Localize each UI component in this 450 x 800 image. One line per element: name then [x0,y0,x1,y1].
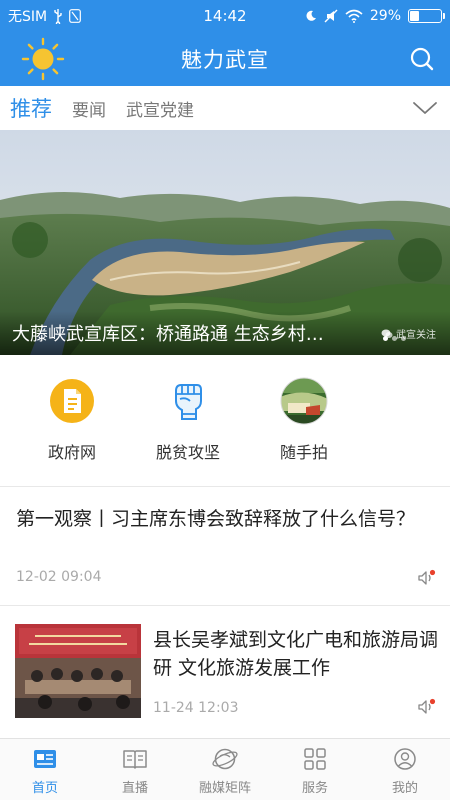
news-time: 11-24 12:03 [153,700,239,716]
photo-icon [280,377,328,425]
battery-icon [408,9,445,23]
speaker-icon[interactable] [416,698,436,716]
moon-icon [306,10,316,21]
home-news-icon [34,750,56,768]
nav-media-matrix[interactable]: 融媒矩阵 [180,739,270,800]
quick-link-snapshot[interactable]: 随手拍 [246,355,362,485]
usb-icon [54,9,62,24]
speaker-icon[interactable] [416,569,436,587]
page-title: 魅力武宣 [181,48,269,72]
banner-caption-text: 大藤峡武宣库区：桥通路通 生态乡村… [12,324,324,345]
globe-icon [212,748,238,770]
status-bar: 无SIM 14:42 29% [0,0,450,32]
tab-party-building[interactable]: 武宣党建 [126,96,194,121]
news-item[interactable]: 第一观察丨习主席东博会致辞释放了什么信号？ 12-02 09:04 [0,487,450,605]
quick-link-label: 脱贫攻坚 [155,443,220,462]
bottom-nav: 首页 直播 融媒矩阵 服务 我的 [0,738,450,800]
fist-icon [175,384,202,420]
nav-services[interactable]: 服务 [270,739,360,800]
clock: 14:42 [203,7,247,25]
quick-links: 政府网 脱贫攻坚 随手拍 [0,355,450,485]
grid-icon [304,748,326,770]
battery-level [410,11,419,21]
news-time: 12-02 09:04 [16,569,102,585]
user-icon [394,748,416,770]
watermark-text: 武宣关注 [396,330,436,341]
sun-logo-icon[interactable] [20,36,66,82]
app-header: 魅力武宣 [0,32,450,86]
nav-label: 融媒矩阵 [198,781,251,796]
quick-link-government[interactable]: 政府网 [14,355,130,485]
watermark: 武宣关注 [381,326,436,341]
news-thumbnail [15,624,141,718]
news-item[interactable]: 县长吴孝斌到文化广电和旅游局调研 文化旅游发展工作 11-24 12:03 [0,606,450,736]
search-icon[interactable] [408,45,436,73]
battery-percent: 29% [369,8,401,24]
chevron-down-icon[interactable] [412,98,438,118]
banner-carousel[interactable]: 大藤峡武宣库区：桥通路通 生态乡村… 武宣关注 [0,130,450,355]
wechat-icon [381,329,393,338]
category-tabs: 推荐 要闻 武宣党建 [0,86,450,130]
quick-link-label: 随手拍 [279,443,328,462]
nav-profile[interactable]: 我的 [360,739,450,800]
tab-recommended[interactable]: 推荐 [10,93,52,123]
book-icon [123,750,147,769]
carrier-label: 无SIM [8,9,48,25]
tab-headlines[interactable]: 要闻 [72,96,106,121]
news-title: 第一观察丨习主席东博会致辞释放了什么信号？ [16,508,416,530]
nav-label: 我的 [391,781,418,796]
nav-live[interactable]: 直播 [90,739,180,800]
mute-icon [324,9,338,23]
meeting-photo [15,624,141,718]
nav-home[interactable]: 首页 [0,739,90,800]
data-off-icon [69,9,82,23]
document-icon [50,379,94,423]
wifi-icon [345,9,363,23]
nav-label: 直播 [121,781,148,796]
quick-link-label: 政府网 [47,443,96,462]
news-title: 县长吴孝斌到文化广电和旅游局调研 文化旅游发展工作 [153,629,439,679]
nav-label: 服务 [301,781,328,796]
quick-link-poverty[interactable]: 脱贫攻坚 [130,355,246,485]
nav-label: 首页 [31,781,58,796]
